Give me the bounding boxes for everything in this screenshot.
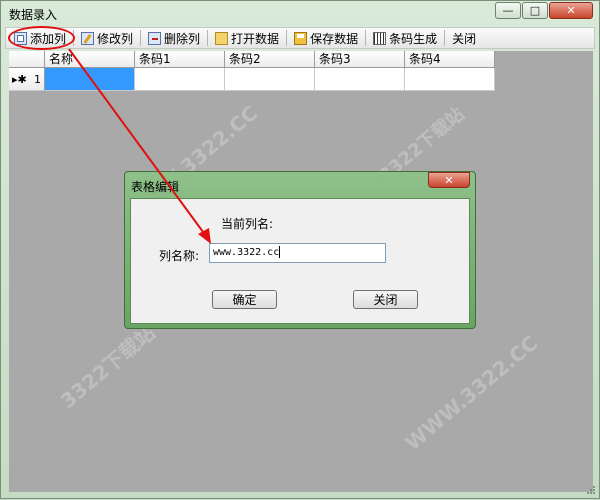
toolbar-separator [286,30,288,46]
column-name-value: www.3322.cc [213,247,280,258]
edit-column-button[interactable]: 修改列 [77,28,137,48]
column-header[interactable]: 名称 [45,51,135,68]
column-header[interactable]: 条码3 [315,51,405,68]
row-number: 1 [34,72,41,86]
main-window: 数据录入 — □ ✕ 添加列 修改列 删除列 打开数据 保存数据 条码生成 关闭… [0,0,600,499]
table-cell[interactable] [225,68,315,91]
table-cell[interactable] [135,68,225,91]
toolbar-separator [444,30,446,46]
save-icon [294,31,308,45]
table-edit-dialog: 表格编辑 ✕ 当前列名: 列名称: www.3322.cc 确定 关闭 [124,171,476,329]
row-marker: ▸✱ [12,72,27,86]
save-data-button[interactable]: 保存数据 [290,28,362,48]
window-controls: — □ ✕ [494,2,593,19]
close-toolbar-button[interactable]: 关闭 [448,28,480,48]
highlight-circle [8,26,75,50]
delete-column-button[interactable]: 删除列 [144,28,204,48]
delete-column-label: 删除列 [164,31,201,46]
edit-column-icon [81,31,95,45]
column-header[interactable]: 条码4 [405,51,495,68]
window-title: 数据录入 [9,8,58,22]
close-toolbar-label: 关闭 [452,31,477,46]
grid-header: 名称 条码1 条码2 条码3 条码4 [9,51,495,68]
maximize-button[interactable]: □ [522,2,548,19]
toolbar-separator [207,30,209,46]
column-header[interactable]: 条码2 [225,51,315,68]
column-header[interactable]: 条码1 [135,51,225,68]
close-dialog-button[interactable]: 关闭 [353,290,418,309]
open-data-button[interactable]: 打开数据 [211,28,283,48]
table-cell[interactable] [405,68,495,91]
current-column-label: 当前列名: [221,217,274,231]
open-folder-icon [215,31,229,45]
dialog-title: 表格编辑 [131,180,180,194]
column-name-input[interactable]: www.3322.cc [209,243,386,263]
watermark: 3322下载站 [55,320,160,414]
table-cell[interactable] [315,68,405,91]
barcode-generate-button[interactable]: 条码生成 [369,28,441,48]
title-bar[interactable]: 数据录入 — □ ✕ [1,1,599,25]
toolbar-separator [365,30,367,46]
open-data-label: 打开数据 [231,31,280,46]
delete-column-icon [148,31,162,45]
edit-column-label: 修改列 [97,31,134,46]
text-caret [279,246,281,258]
table-cell-selected[interactable] [45,68,135,91]
barcode-icon [373,31,387,45]
barcode-generate-label: 条码生成 [389,31,438,46]
row-header[interactable]: ▸✱ 1 [9,68,45,91]
resize-grip[interactable] [586,485,596,495]
toolbar: 添加列 修改列 删除列 打开数据 保存数据 条码生成 关闭 [5,27,595,49]
row-header-corner [9,51,45,68]
dialog-close-button[interactable]: ✕ [428,172,470,188]
dialog-body: 当前列名: 列名称: www.3322.cc 确定 关闭 [130,198,470,324]
table-row[interactable]: ▸✱ 1 [9,68,495,91]
close-button[interactable]: ✕ [549,2,593,19]
save-data-label: 保存数据 [310,31,359,46]
watermark: WWW.3322.CC [400,330,543,456]
confirm-button[interactable]: 确定 [212,290,277,309]
minimize-button[interactable]: — [495,2,521,19]
toolbar-separator [140,30,142,46]
column-name-label: 列名称: [159,249,200,263]
